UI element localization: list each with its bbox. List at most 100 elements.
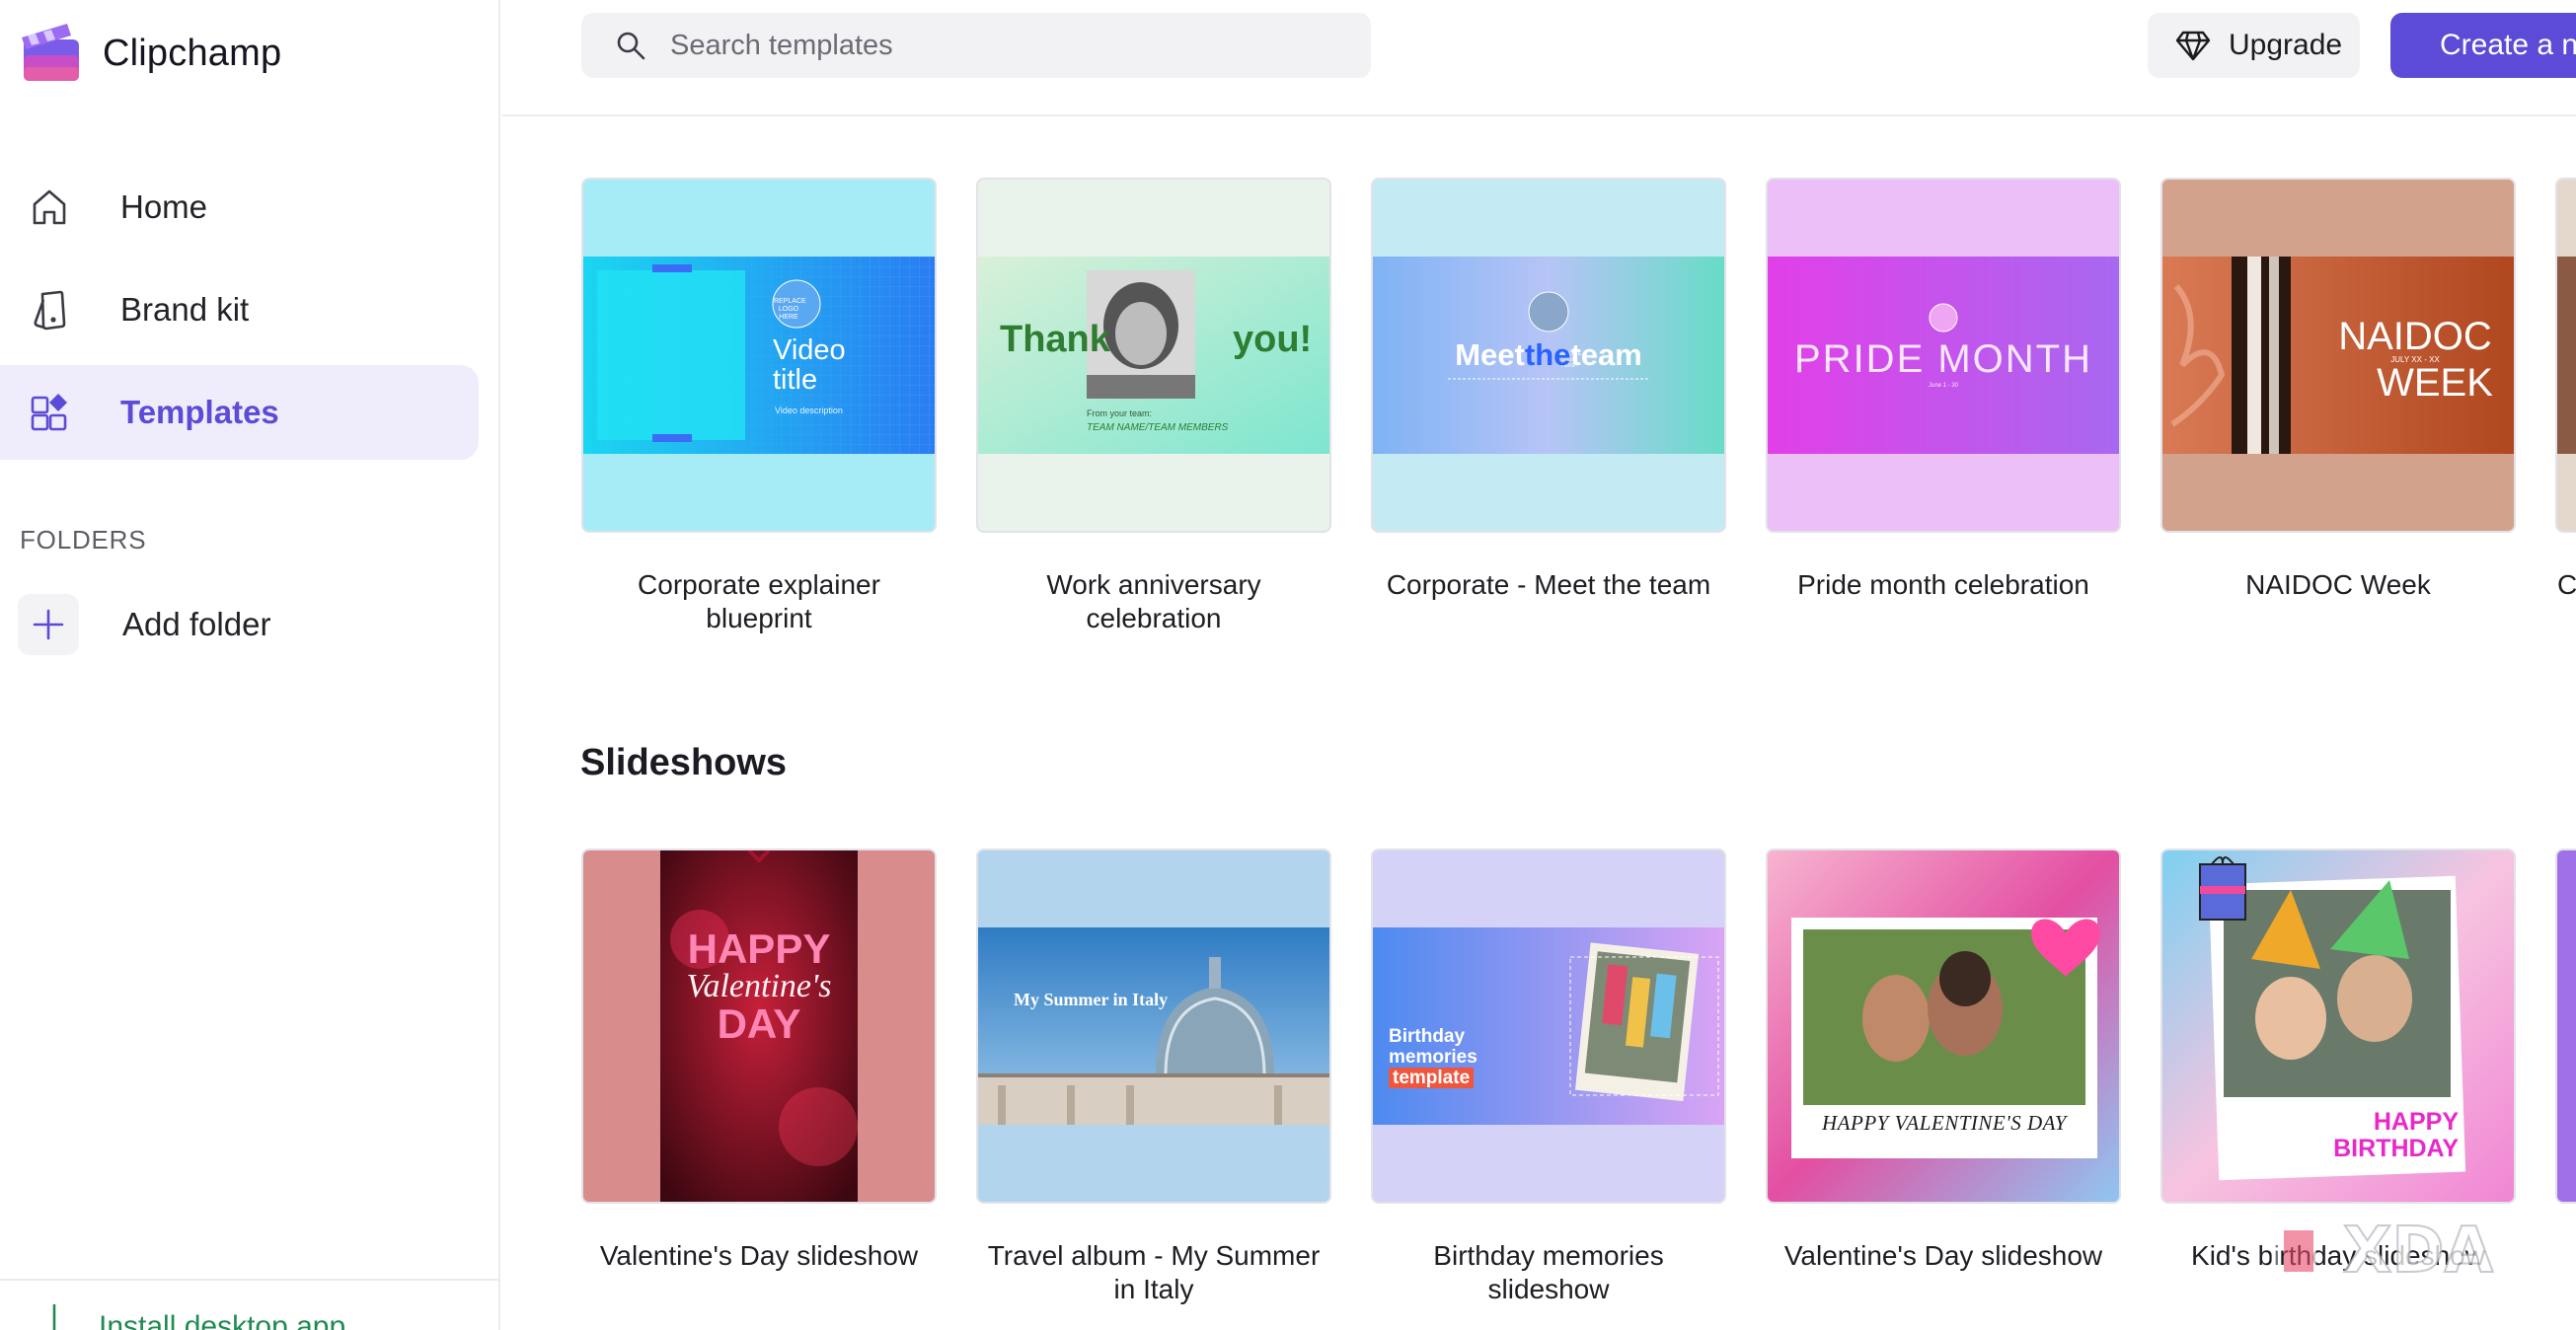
brand[interactable]: Clipchamp [18,22,281,85]
thumbnail-word: DAY [717,1000,801,1047]
sidebar-item-home[interactable]: Home [0,160,479,255]
thumbnail-text: TEAM NAME/TEAM MEMBERS [1087,422,1229,433]
template-card[interactable]: PRIDE MONTH June 1 - 30 Pride month cele… [1766,178,2121,602]
template-thumbnail[interactable]: NAIDOC JULY XX - XX WEEK [2160,178,2516,533]
thumbnail-word: template [1389,1068,1475,1088]
templates-icon [26,389,73,436]
thumbnail-art [2557,850,2576,1202]
template-title[interactable]: Valentine's Day slideshow [1766,1239,2121,1273]
app-name: Clipchamp [103,32,282,74]
thumbnail-art [978,927,1329,1125]
thumbnail-word: WEEK [2377,361,2493,405]
thumbnail-text: Video title [773,335,846,395]
template-title[interactable]: Work anniversary celebration [976,568,1331,635]
thumbnail-title: title [773,364,818,396]
sidebar-nav: Home Brand kit Templates [0,160,500,468]
thumbnail-art [1768,850,2119,1202]
template-thumbnail[interactable]: REPLACE LOGO HERE Meettheteam [1371,178,1726,533]
thumbnail-title: Video [773,334,846,366]
template-card[interactable]: NAIDOC JULY XX - XX WEEK NAIDOC Week [2160,178,2516,602]
template-card-partial[interactable]: C [2555,178,2576,602]
plus-icon [18,594,79,655]
folders-heading: FOLDERS [20,525,147,554]
sidebar: Clipchamp Home Brand kit Templates FOLDE… [0,0,500,1330]
thumbnail-title: Meettheteam [1373,337,1724,373]
template-card[interactable]: HAPPY VALENTINE'S DAY Valentine's Day sl… [1766,849,2121,1273]
thumbnail-word: memories [1389,1047,1477,1068]
thumbnail-word: NAIDOC [2338,315,2492,358]
watermark-text: XDA [2343,1215,2493,1288]
thumbnail-text: From your team: [1087,408,1153,418]
thumbnail-art [2557,257,2576,454]
search-icon [617,32,645,60]
template-title[interactable]: Pride month celebration [1766,568,2121,602]
template-gallery: REPLACE LOGO HERE Video title Video desc… [502,116,2576,1330]
template-thumbnail[interactable] [2555,849,2576,1204]
sidebar-item-brand-kit[interactable]: Brand kit [0,262,479,357]
thumbnail-text: June 1 - 30 [1928,383,1959,389]
upgrade-button[interactable]: Upgrade [2148,13,2360,78]
thumbnail-title: HAPPY Valentine's DAY [660,925,858,1047]
template-thumbnail[interactable]: HAPPY VALENTINE'S DAY [1766,849,2121,1204]
template-title[interactable]: NAIDOC Week [2160,568,2516,602]
sidebar-item-label: Home [120,188,208,225]
template-card[interactable]: My Summer in Italy Travel album - My Sum… [976,849,1331,1306]
thumbnail-word: BIRTHDAY [2333,1135,2459,1162]
sidebar-item-label: Templates [120,394,279,430]
thumbnail-word: Birthday [1389,1026,1466,1047]
thumbnail-title: you! [1233,319,1313,360]
thumbnail-title: PRIDE MONTH [1794,337,2092,381]
thumbnail-word: Valentine's [686,968,832,1004]
thumbnail-text: REPLACE LOGO HERE [774,298,806,321]
template-thumbnail[interactable]: Birthday memories template [1371,849,1726,1204]
template-card[interactable]: REPLACE LOGO HERE Meettheteam Corporate … [1371,178,1726,602]
template-title[interactable]: Valentine's Day slideshow [581,1239,937,1273]
install-app-link[interactable]: Install desktop app [0,1279,500,1330]
add-folder-button[interactable]: Add folder [18,594,270,655]
install-app-label: Install desktop app [99,1310,346,1330]
thumbnail-text: Video description [775,406,843,415]
template-card-partial[interactable] [2555,849,2576,1204]
create-video-label: Create a new video [2440,29,2576,61]
section-title-slideshows: Slideshows [580,742,788,783]
thumbnail-art [583,257,935,454]
template-thumbnail[interactable]: PRIDE MONTH June 1 - 30 [1766,178,2121,533]
template-title[interactable]: C [2555,568,2576,602]
template-card[interactable]: REPLACE LOGO HERE Video title Video desc… [581,178,937,635]
brand-kit-icon [26,286,73,333]
thumbnail-title: NAIDOC JULY XX - XX WEEK [2316,315,2514,405]
template-card[interactable]: Thank you! From your team: TEAM NAME/TEA… [976,178,1331,635]
create-video-button[interactable]: Create a new video [2390,13,2576,78]
thumbnail-title: HAPPY VALENTINE'S DAY [1822,1111,2067,1135]
template-thumbnail[interactable]: My Summer in Italy [976,849,1331,1204]
template-thumbnail[interactable]: Thank you! From your team: TEAM NAME/TEA… [976,178,1331,533]
sidebar-item-label: Brand kit [120,291,250,328]
template-title[interactable]: Corporate explainer blueprint [581,568,937,635]
thumbnail-word: HAPPY [2373,1108,2459,1136]
template-card[interactable]: HAPPY Valentine's DAY Valentine's Day sl… [581,849,937,1273]
search-input[interactable] [670,29,1341,62]
template-title[interactable]: Travel album - My Summer in Italy [976,1239,1331,1306]
template-title[interactable]: Corporate - Meet the team [1371,568,1726,602]
template-thumbnail[interactable]: REPLACE LOGO HERE Video title Video desc… [581,178,937,533]
home-icon [26,184,73,231]
add-folder-label: Add folder [122,606,271,642]
thumbnail-title: HAPPY BIRTHDAY [2320,1109,2459,1162]
clipchamp-app: Clipchamp Home Brand kit Templates FOLDE… [0,0,2576,1330]
template-title[interactable]: Birthday memories slideshow [1371,1239,1726,1306]
upgrade-label: Upgrade [2229,29,2343,61]
thumbnail-title: Birthday memories template [1389,1026,1477,1088]
thumbnail-word: HAPPY [687,925,831,972]
template-thumbnail[interactable]: HAPPY Valentine's DAY [581,849,937,1204]
template-thumbnail[interactable] [2555,178,2576,533]
sidebar-item-templates[interactable]: Templates [0,365,479,460]
search-box[interactable] [581,13,1371,78]
template-card[interactable]: Birthday memories template Birthday memo… [1371,849,1726,1306]
thumbnail-word: team [1570,337,1642,372]
thumbnail-title: My Summer in Italy [1014,990,1169,1009]
thumbnail-word: Meet [1455,337,1525,372]
diamond-icon [2175,31,2211,61]
thumbnail-title: Thank [1000,319,1110,360]
template-thumbnail[interactable]: HAPPY BIRTHDAY [2160,849,2516,1204]
thumbnail-word: the [1524,337,1571,372]
